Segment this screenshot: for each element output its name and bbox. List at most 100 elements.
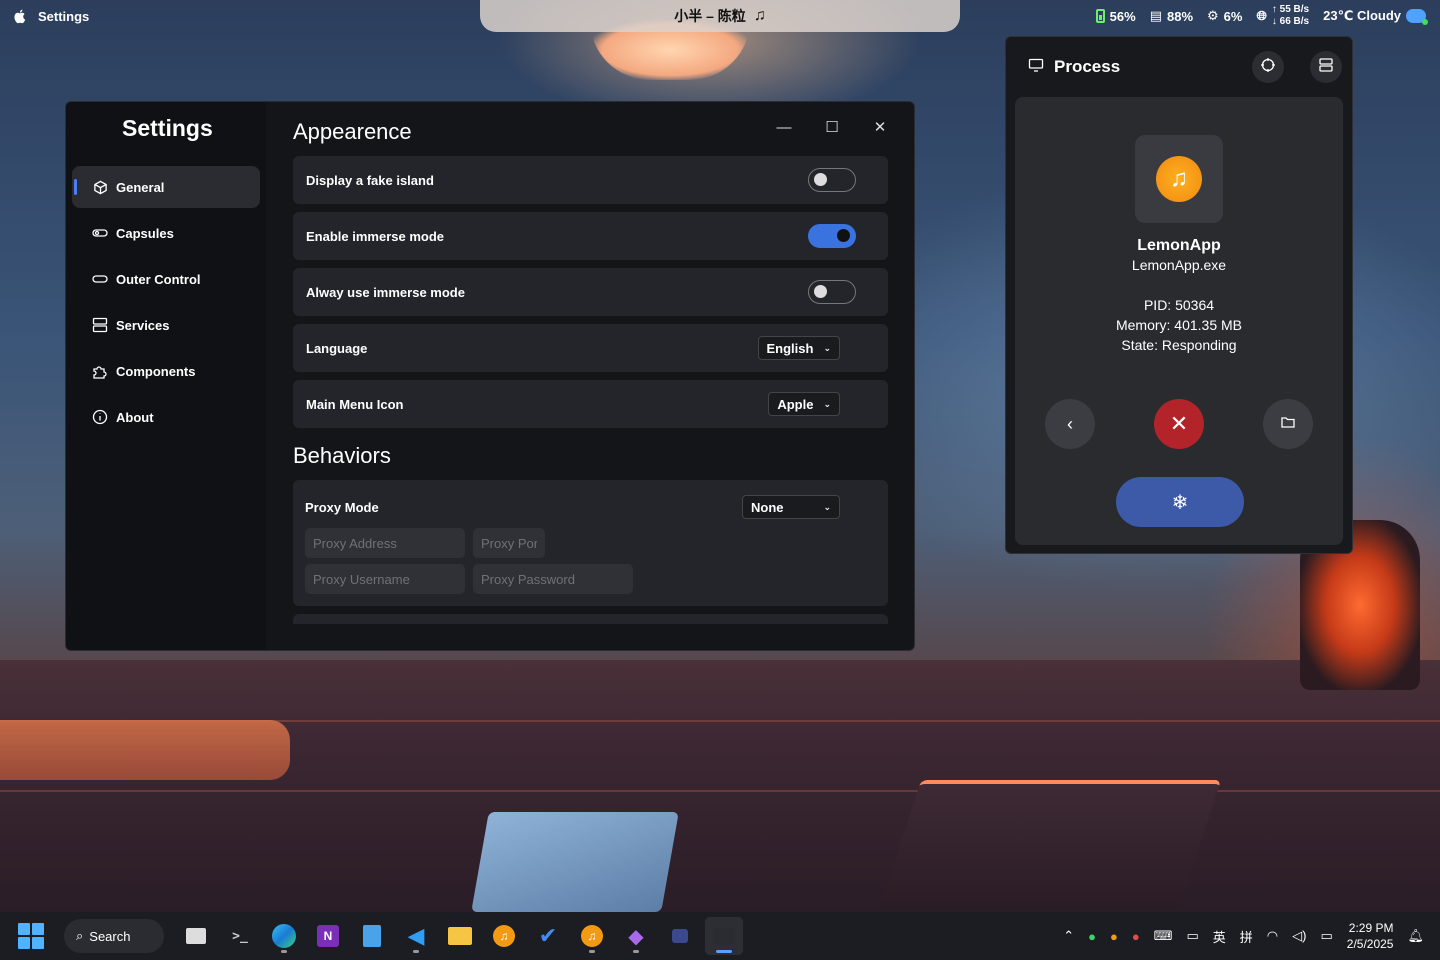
globe-icon: 🌐︎ [1256, 8, 1267, 23]
close-button[interactable]: ✕ [856, 114, 904, 140]
cloud-icon [1406, 9, 1428, 25]
ime-pinyin[interactable]: 拼 [1240, 927, 1253, 946]
language-value: English [766, 340, 814, 356]
open-folder-button[interactable] [1263, 399, 1313, 449]
wifi-icon[interactable]: ◠ [1267, 928, 1278, 944]
music-note-icon: ♫ [753, 7, 766, 24]
always-immerse-row: Alway use immerse mode [293, 268, 888, 316]
server-list-button[interactable] [1310, 51, 1342, 83]
cube-icon [92, 179, 108, 195]
proxy-address-input[interactable] [305, 528, 465, 558]
minimize-button[interactable]: — [760, 114, 808, 140]
snowflake-icon: ❄ [1171, 491, 1189, 514]
weather-status[interactable]: 23℃ Cloudy [1323, 8, 1428, 25]
sidebar-item-general[interactable]: General [72, 166, 260, 208]
close-icon: ✕ [873, 119, 887, 136]
chevron-up-icon[interactable]: ⌃ [1063, 928, 1074, 944]
menu-icon-row: Main Menu Icon Apple ⌄ [293, 380, 888, 428]
wechat-icon[interactable]: ● [1088, 929, 1096, 944]
proxy-settings: Proxy Mode None ⌄ [293, 480, 888, 606]
proxy-port-input[interactable] [473, 528, 545, 558]
language-select[interactable]: English ⌄ [757, 336, 840, 360]
server-icon [92, 317, 108, 333]
onenote-icon[interactable]: N [309, 917, 347, 955]
immerse-mode-row: Enable immerse mode [293, 212, 888, 260]
cpu-icon: ⚙ [1207, 8, 1219, 23]
wallpaper-floor [0, 660, 1440, 912]
always-immerse-toggle[interactable] [808, 280, 856, 304]
process-info: PID: 50364 Memory: 401.35 MB State: Resp… [1015, 295, 1343, 355]
notepad-icon[interactable] [353, 917, 391, 955]
edge-icon[interactable] [265, 917, 303, 955]
kill-process-button[interactable]: ✕ [1154, 399, 1204, 449]
cpu-status[interactable]: ⚙ 6% [1207, 8, 1242, 24]
volume-icon[interactable]: ◁) [1292, 928, 1306, 944]
memory-icon: ▤ [1149, 8, 1162, 23]
language-row: Language English ⌄ [293, 324, 888, 372]
music-app-icon[interactable]: ♫ [485, 917, 523, 955]
battery-icon [1095, 9, 1105, 23]
sidebar-item-about[interactable]: About [72, 396, 260, 438]
ime-english[interactable]: 英 [1213, 927, 1226, 946]
proxy-mode-row: Proxy Mode None ⌄ [305, 492, 876, 522]
search-label: Search [89, 928, 131, 944]
sidebar-item-outer-control[interactable]: Outer Control [72, 258, 260, 300]
freeze-process-button[interactable]: ❄ [1116, 477, 1244, 527]
taskbar-search[interactable]: ⌕ Search [64, 919, 164, 953]
visual-studio-icon[interactable]: ◆ [617, 917, 655, 955]
file-explorer-icon[interactable] [441, 917, 479, 955]
behaviors-heading: Behaviors [293, 443, 391, 468]
net-download: ↓ 66 B/s [1271, 16, 1310, 27]
proxy-username-input[interactable] [305, 564, 465, 594]
chevron-down-icon: ⌄ [823, 501, 831, 512]
minimize-icon: — [776, 118, 792, 136]
keyboard-icon[interactable]: ⌨ [1154, 928, 1173, 944]
cat-app-icon[interactable] [661, 917, 699, 955]
task-view-icon[interactable] [177, 917, 215, 955]
notification-bell-icon[interactable]: 🔔︎ [1407, 928, 1424, 944]
vscode-icon[interactable]: ◀ [397, 917, 435, 955]
dynamic-island[interactable]: 小半 – 陈粒 ♫ [480, 0, 960, 32]
terminal-icon[interactable]: >_ [221, 917, 259, 955]
maximize-button[interactable]: ☐ [808, 114, 856, 140]
clock[interactable]: 2:29 PM 2/5/2025 [1347, 920, 1394, 952]
sidebar-item-label: General [116, 179, 165, 195]
app-tray-icon[interactable]: ● [1132, 929, 1140, 944]
process-actions: ‹ ✕ [1015, 399, 1343, 449]
active-app-title: Settings [38, 8, 90, 24]
battery-icon[interactable]: ▭ [1320, 928, 1332, 944]
settings-sidebar: Settings General Capsules Outer Control … [66, 102, 266, 650]
immerse-mode-label: Enable immerse mode [306, 228, 444, 244]
settings-app-icon[interactable] [705, 917, 743, 955]
sidebar-item-components[interactable]: Components [72, 350, 260, 392]
sidebar-item-capsules[interactable]: Capsules [72, 212, 260, 254]
sidebar-item-services[interactable]: Services [72, 304, 260, 346]
capsule-icon [92, 225, 108, 241]
proxy-password-input[interactable] [473, 564, 633, 594]
lemonapp-tray-icon[interactable]: ● [1110, 929, 1118, 944]
battery-status[interactable]: 56% [1095, 9, 1136, 24]
process-pid: PID: 50364 [1143, 297, 1215, 313]
lemonapp-icon[interactable]: ♫ [573, 917, 611, 955]
todo-icon[interactable]: ✔ [529, 917, 567, 955]
menu-icon-select[interactable]: Apple ⌄ [768, 392, 840, 416]
network-status[interactable]: 🌐︎ ↑ 55 B/s ↓ 66 B/s [1256, 4, 1309, 28]
back-button[interactable]: ‹ [1045, 399, 1095, 449]
puzzle-icon [92, 363, 108, 379]
menu-icon-label: Main Menu Icon [306, 396, 404, 412]
windows-start-icon[interactable] [18, 923, 44, 949]
immerse-mode-toggle[interactable] [808, 224, 856, 248]
process-state: State: Responding [1121, 337, 1237, 353]
memory-status[interactable]: ▤ 88% [1150, 8, 1193, 24]
apple-icon[interactable] [12, 8, 28, 24]
proxy-mode-label: Proxy Mode [305, 499, 379, 515]
process-header: Process [1006, 37, 1352, 97]
target-button[interactable] [1252, 51, 1284, 83]
display-icon[interactable]: ▭ [1186, 928, 1198, 944]
process-window: Process ♫ LemonApp LemonApp.exe PID: 503… [1005, 36, 1353, 554]
process-memory: Memory: 401.35 MB [1115, 317, 1243, 333]
fake-island-toggle[interactable] [808, 168, 856, 192]
proxy-mode-select[interactable]: None ⌄ [742, 495, 840, 519]
crosshair-icon [1260, 57, 1276, 78]
process-exe: LemonApp.exe [1131, 257, 1227, 273]
